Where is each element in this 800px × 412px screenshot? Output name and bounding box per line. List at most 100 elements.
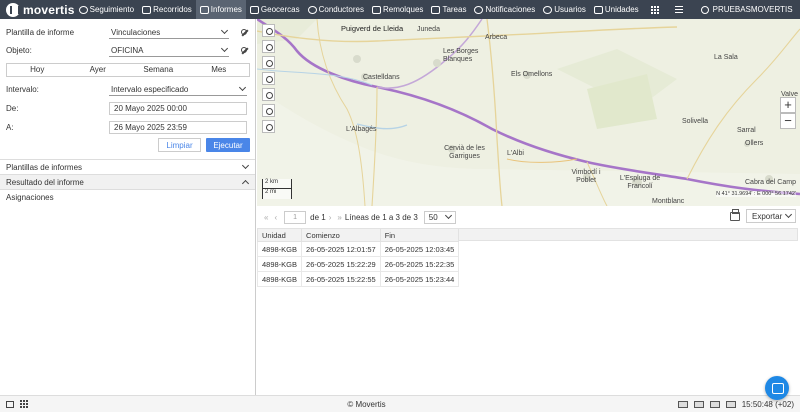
object-row: Objeto: OFICINA [6,43,250,58]
map-route-icon[interactable] [262,88,275,101]
map-coordinates: N 41° 31.9694' : E 000° 56.1742' [716,191,796,197]
period-hoy[interactable]: Hoy [7,64,68,76]
cell-fin: 26-05-2025 12:03:45 [379,241,460,257]
top-right-controls: PRUEBASMOVERTIS [643,0,800,19]
column-header-comienzo[interactable]: Comienzo [301,228,381,242]
truck-icon [593,5,603,14]
section-report-templates[interactable]: Plantillas de informes [0,159,255,174]
map-toolbar [262,24,275,133]
result-item-label: Asignaciones [6,192,54,202]
last-page-icon[interactable]: » [337,213,341,222]
clear-button[interactable]: Limpiar [158,138,201,152]
top-navigation-bar: movertis Seguimiento Recorridos Informes… [0,0,800,19]
nav-item-seguimiento[interactable]: Seguimiento [75,0,138,19]
cell-fin: 26-05-2025 15:23:44 [379,271,460,287]
period-ayer[interactable]: Ayer [68,64,129,76]
export-dropdown[interactable]: Exportar [746,209,796,223]
apps-grid-icon[interactable] [650,5,659,14]
map-expand-chevron-icon[interactable] [262,120,275,133]
clock-time: 15:50:48 (+02) [741,399,794,409]
nav-item-geocercas[interactable]: Geocercas [246,0,304,19]
first-page-icon[interactable]: « [264,213,268,222]
layout-split-icon[interactable] [677,400,688,408]
nav-item-label: Remolques [382,5,424,14]
scale-km: 2 km [262,179,292,189]
map-search-icon[interactable] [262,24,275,37]
map-ruler-icon[interactable] [262,72,275,85]
table-row[interactable]: 4898-KGB 26-05-2025 15:22:55 26-05-2025 … [256,271,460,287]
map-place-label: Ollers [745,140,764,147]
period-mes[interactable]: Mes [189,64,250,76]
map-place-label: Vimbodí i Poblet [571,169,601,184]
page-number-input[interactable]: 1 [284,210,307,224]
nav-item-usuarios[interactable]: Usuarios [539,0,590,19]
next-page-icon[interactable]: › [329,213,332,222]
scale-mi: 2 mi [262,189,292,199]
map-visibility-icon[interactable] [262,40,275,53]
template-select[interactable]: Vinculaciones [109,26,229,39]
period-semana[interactable]: Semana [128,64,189,76]
steering-wheel-icon [307,5,317,14]
cell-fin: 26-05-2025 15:22:35 [379,256,460,272]
layout-map-icon[interactable] [693,400,704,408]
menu-icon[interactable] [674,6,683,13]
result-item-assignments[interactable]: Asignaciones [0,189,255,204]
prev-page-icon[interactable]: ‹ [274,213,277,222]
column-header-unidad[interactable]: Unidad [256,228,303,242]
object-select[interactable]: OFICINA [109,44,229,57]
layout-table-icon[interactable] [709,400,720,408]
results-table: Unidad Comienzo Fin 4898-KGB 26-05-2025 … [256,228,460,287]
chevron-down-icon [784,210,793,219]
map-place-label: Les Borges Blanques [443,48,479,63]
brand-name: movertis [23,2,75,17]
nav-item-informes[interactable]: Informes [195,0,246,19]
map-layers-icon[interactable] [262,56,275,69]
nav-item-unidades[interactable]: Unidades [590,0,643,19]
nav-item-recorridos[interactable]: Recorridos [138,0,196,19]
wrench-icon[interactable] [241,46,249,55]
zoom-in-button[interactable]: + [780,97,796,113]
cell-comienzo: 26-05-2025 15:22:55 [301,271,381,287]
wrench-icon[interactable] [241,28,249,37]
cell-unidad: 4898-KGB [256,241,303,257]
column-header-fin[interactable]: Fin [379,228,460,242]
map-place-label: L'Albi [507,150,524,157]
layout-full-icon[interactable] [725,400,736,408]
to-row: A: 26 Mayo 2025 23:59 [6,120,250,135]
table-row[interactable]: 4898-KGB 26-05-2025 15:22:29 26-05-2025 … [256,256,460,272]
map-place-label: Solivella [682,118,709,125]
nav-item-label: Informes [210,5,242,14]
nav-item-tareas[interactable]: Tareas [427,0,470,19]
chevron-down-icon [220,44,229,53]
run-button[interactable]: Ejecutar [206,138,250,152]
nav-item-label: Unidades [604,5,639,14]
nav-item-notificaciones[interactable]: Notificaciones [470,0,539,19]
map-view[interactable]: Puigverd de Lleida Juneda Arbeca Les Bor… [257,19,800,206]
user-icon[interactable] [700,5,709,14]
cell-comienzo: 26-05-2025 15:22:29 [301,256,381,272]
zoom-out-button[interactable]: − [780,113,796,129]
page-size-select[interactable]: 50 [423,210,456,224]
nav-item-label: Recorridos [153,5,192,14]
from-date-input[interactable]: 20 Mayo 2025 00:00 [109,102,247,115]
export-label: Exportar [752,211,783,221]
movertis-logo[interactable]: movertis [0,0,75,19]
object-label: Objeto: [6,46,32,55]
user-name[interactable]: PRUEBASMOVERTIS [713,5,800,14]
logo-mark-icon [6,2,20,17]
report-panel: Plantilla de informe Vinculaciones Objet… [0,19,256,395]
chevron-down-icon [241,161,250,170]
nav-item-remolques[interactable]: Remolques [368,0,427,19]
print-icon[interactable] [730,209,740,221]
table-header-filler [449,228,798,241]
template-label: Plantilla de informe [6,28,75,37]
chat-support-button[interactable] [765,376,789,400]
section-report-result[interactable]: Resultado del informe [0,174,255,189]
interval-select[interactable]: Intervalo especificado [109,83,247,96]
to-date-input[interactable]: 26 Mayo 2025 23:59 [109,121,247,134]
nav-item-conductores[interactable]: Conductores [304,0,368,19]
users-icon [543,5,553,14]
results-panel: « ‹ 1 de 1 › » Líneas de 1 a 3 de 3 50 E… [256,206,800,395]
table-row[interactable]: 4898-KGB 26-05-2025 12:01:57 26-05-2025 … [256,241,460,257]
map-share-icon[interactable] [262,104,275,117]
